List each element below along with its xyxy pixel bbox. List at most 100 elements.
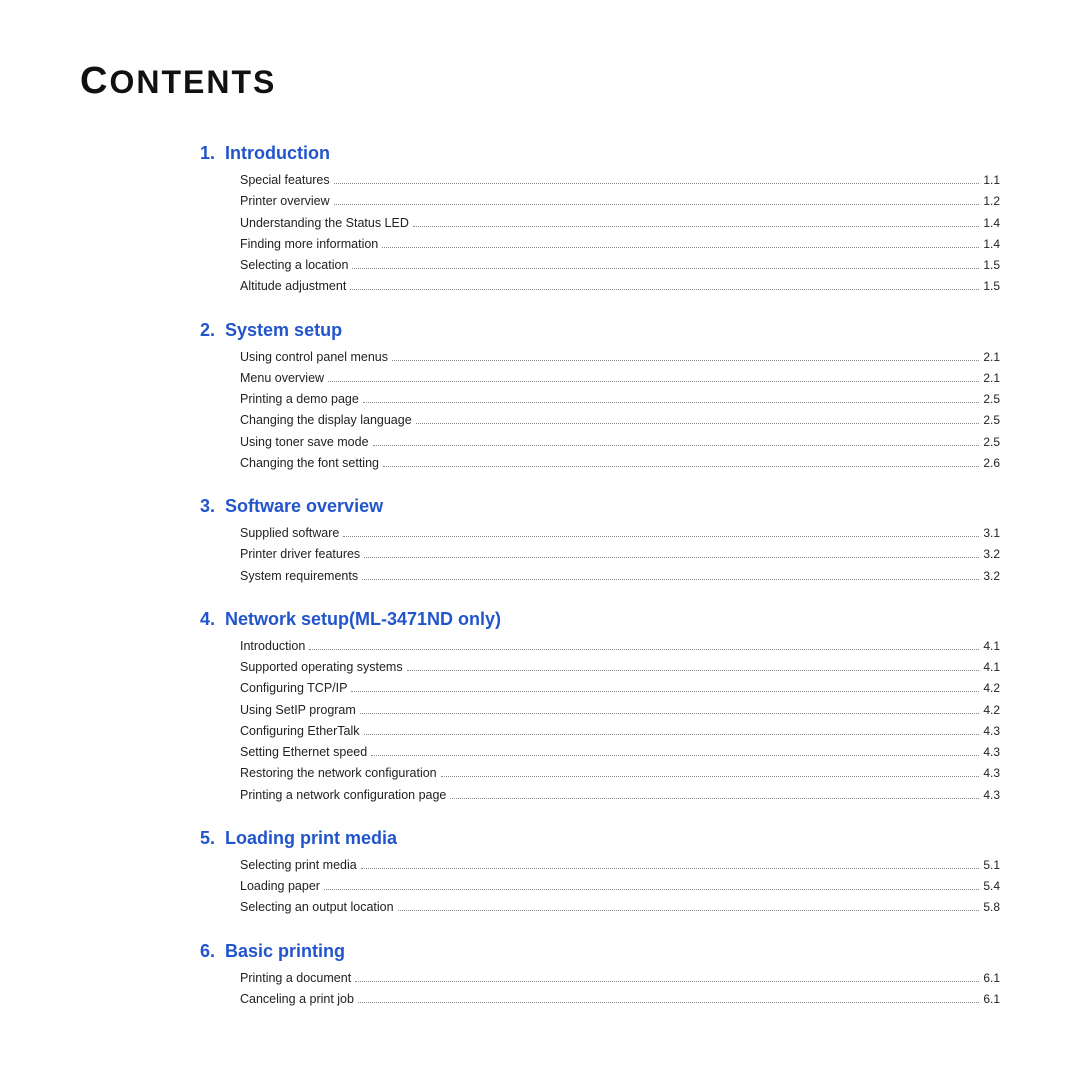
entry-dots: [362, 579, 979, 580]
entry-page: 1.5: [983, 255, 1000, 275]
toc-entries-6: Printing a document 6.1Canceling a print …: [240, 968, 1000, 1011]
toc-entry: Changing the font setting 2.6: [240, 453, 1000, 474]
entry-page: 1.4: [983, 234, 1000, 254]
entry-dots: [398, 910, 980, 911]
entry-label: Printer driver features: [240, 544, 360, 565]
section-heading-1: 1. Introduction: [200, 143, 1000, 164]
toc-entry: Restoring the network configuration4.3: [240, 763, 1000, 784]
entry-label: Using SetIP program: [240, 700, 356, 721]
entry-dots: [383, 466, 979, 467]
toc-entry: Understanding the Status LED1.4: [240, 213, 1000, 234]
entry-page: 6.1: [983, 968, 1000, 988]
toc-entry: Using control panel menus 2.1: [240, 347, 1000, 368]
entry-page: 2.5: [983, 432, 1000, 452]
entry-dots: [441, 776, 980, 777]
entry-page: 3.2: [983, 566, 1000, 586]
entry-dots: [334, 204, 980, 205]
toc-entries-2: Using control panel menus2.1Menu overvie…: [240, 347, 1000, 475]
entry-label: Using toner save mode: [240, 432, 369, 453]
toc-entry: Selecting a location 1.5: [240, 255, 1000, 276]
toc-entry: Menu overview 2.1: [240, 368, 1000, 389]
entry-page: 4.1: [983, 636, 1000, 656]
toc-entry: Printing a network configuration page 4.3: [240, 785, 1000, 806]
toc-entry: Configuring TCP/IP 4.2: [240, 678, 1000, 699]
entry-label: Altitude adjustment: [240, 276, 346, 297]
toc-section-1: 1. Introduction Special features1.1Printe…: [80, 143, 1000, 298]
toc-section-2: 2. System setupUsing control panel menus…: [80, 320, 1000, 475]
entry-label: Printing a network configuration page: [240, 785, 446, 806]
toc-entry: System requirements 3.2: [240, 566, 1000, 587]
entry-page: 2.1: [983, 368, 1000, 388]
entry-page: 5.4: [983, 876, 1000, 896]
entry-dots: [355, 981, 979, 982]
toc-entry: Using toner save mode 2.5: [240, 432, 1000, 453]
toc-entry: Printer driver features3.2: [240, 544, 1000, 565]
entry-dots: [364, 557, 979, 558]
entry-label: Selecting print media: [240, 855, 357, 876]
entry-page: 1.4: [983, 213, 1000, 233]
section-heading-3: 3. Software overview: [200, 496, 1000, 517]
toc-entries-4: Introduction4.1Supported operating syste…: [240, 636, 1000, 806]
toc-entry: Special features1.1: [240, 170, 1000, 191]
entry-label: Finding more information: [240, 234, 378, 255]
entry-page: 4.1: [983, 657, 1000, 677]
toc-entry: Introduction4.1: [240, 636, 1000, 657]
entry-dots: [392, 360, 979, 361]
toc-entry: Altitude adjustment1.5: [240, 276, 1000, 297]
toc-entry: Supplied software 3.1: [240, 523, 1000, 544]
toc-section-5: 5. Loading print mediaSelecting print me…: [80, 828, 1000, 919]
entry-label: Using control panel menus: [240, 347, 388, 368]
toc-entry: Canceling a print job6.1: [240, 989, 1000, 1010]
entry-dots: [309, 649, 979, 650]
entry-page: 4.3: [983, 763, 1000, 783]
toc-entry: Printing a document 6.1: [240, 968, 1000, 989]
entry-label: System requirements: [240, 566, 358, 587]
toc-section-4: 4. Network setup(ML-3471ND only) Introduc…: [80, 609, 1000, 806]
entry-dots: [350, 289, 979, 290]
entry-page: 2.5: [983, 410, 1000, 430]
entry-dots: [364, 734, 980, 735]
entry-label: Supported operating systems: [240, 657, 403, 678]
entry-dots: [328, 381, 979, 382]
entry-label: Printing a demo page: [240, 389, 359, 410]
entry-label: Selecting a location: [240, 255, 348, 276]
entry-label: Printing a document: [240, 968, 351, 989]
entry-label: Changing the font setting: [240, 453, 379, 474]
entry-dots: [363, 402, 979, 403]
entry-label: Printer overview: [240, 191, 330, 212]
entry-page: 2.6: [983, 453, 1000, 473]
section-heading-6: 6. Basic printing: [200, 941, 1000, 962]
toc-entry: Using SetIP program4.2: [240, 700, 1000, 721]
entry-dots: [351, 691, 979, 692]
toc-entry: Changing the display language2.5: [240, 410, 1000, 431]
entry-page: 4.3: [983, 785, 1000, 805]
toc-entry: Configuring EtherTalk 4.3: [240, 721, 1000, 742]
entry-dots: [382, 247, 979, 248]
entry-dots: [360, 713, 980, 714]
toc-entry: Setting Ethernet speed4.3: [240, 742, 1000, 763]
entry-page: 5.8: [983, 897, 1000, 917]
toc-entries-3: Supplied software3.1Printer driver featu…: [240, 523, 1000, 587]
entry-page: 4.2: [983, 678, 1000, 698]
toc-entry: Finding more information 1.4: [240, 234, 1000, 255]
toc-entries-1: Special features1.1Printer overview1.2Un…: [240, 170, 1000, 298]
entry-label: Supplied software: [240, 523, 339, 544]
toc-section-3: 3. Software overview Supplied software 3.1…: [80, 496, 1000, 587]
entry-page: 4.3: [983, 721, 1000, 741]
toc-entry: Selecting print media5.1: [240, 855, 1000, 876]
entry-page: 3.1: [983, 523, 1000, 543]
entry-label: Menu overview: [240, 368, 324, 389]
entry-page: 2.5: [983, 389, 1000, 409]
entry-label: Configuring TCP/IP: [240, 678, 347, 699]
toc-entry: Printing a demo page 2.5: [240, 389, 1000, 410]
entry-page: 2.1: [983, 347, 1000, 367]
entry-label: Loading paper: [240, 876, 320, 897]
entry-label: Configuring EtherTalk: [240, 721, 360, 742]
toc-section-6: 6. Basic printing Printing a document 6.1C…: [80, 941, 1000, 1011]
entry-dots: [352, 268, 979, 269]
toc-entry: Supported operating systems 4.1: [240, 657, 1000, 678]
entry-label: Setting Ethernet speed: [240, 742, 367, 763]
entry-dots: [361, 868, 980, 869]
section-heading-4: 4. Network setup(ML-3471ND only): [200, 609, 1000, 630]
entry-dots: [324, 889, 979, 890]
